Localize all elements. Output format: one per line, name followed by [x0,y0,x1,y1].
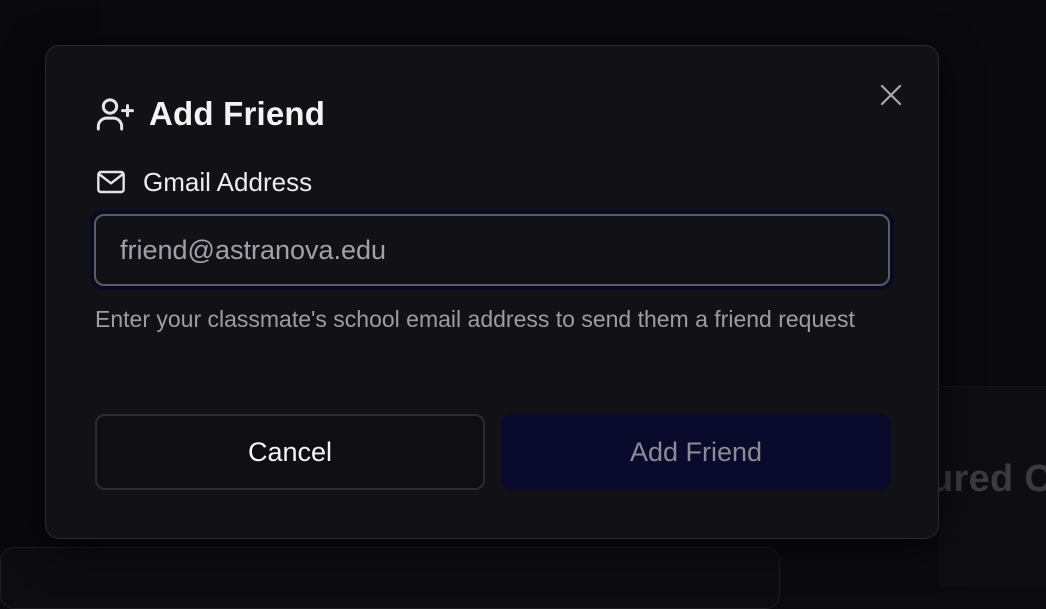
helper-text: Enter your classmate's school email addr… [95,306,855,332]
email-input[interactable] [94,214,890,286]
mail-icon [97,170,125,194]
email-input-focus-ring [90,210,894,290]
add-friend-dialog: Add Friend Gmail Address Enter your clas… [45,45,939,539]
close-button[interactable] [876,80,906,110]
user-plus-icon [96,98,134,131]
dialog-title: Add Friend [149,95,326,132]
email-field-label-row: Gmail Address [95,166,312,198]
cancel-button[interactable]: Cancel [95,414,485,490]
background-bottom-card [0,547,780,609]
email-field-label: Gmail Address [143,166,313,197]
close-icon [880,84,902,106]
dialog-header: Add Friend [95,94,325,134]
background-card-title: ured C [930,458,1046,500]
add-friend-button[interactable]: Add Friend [501,414,891,490]
